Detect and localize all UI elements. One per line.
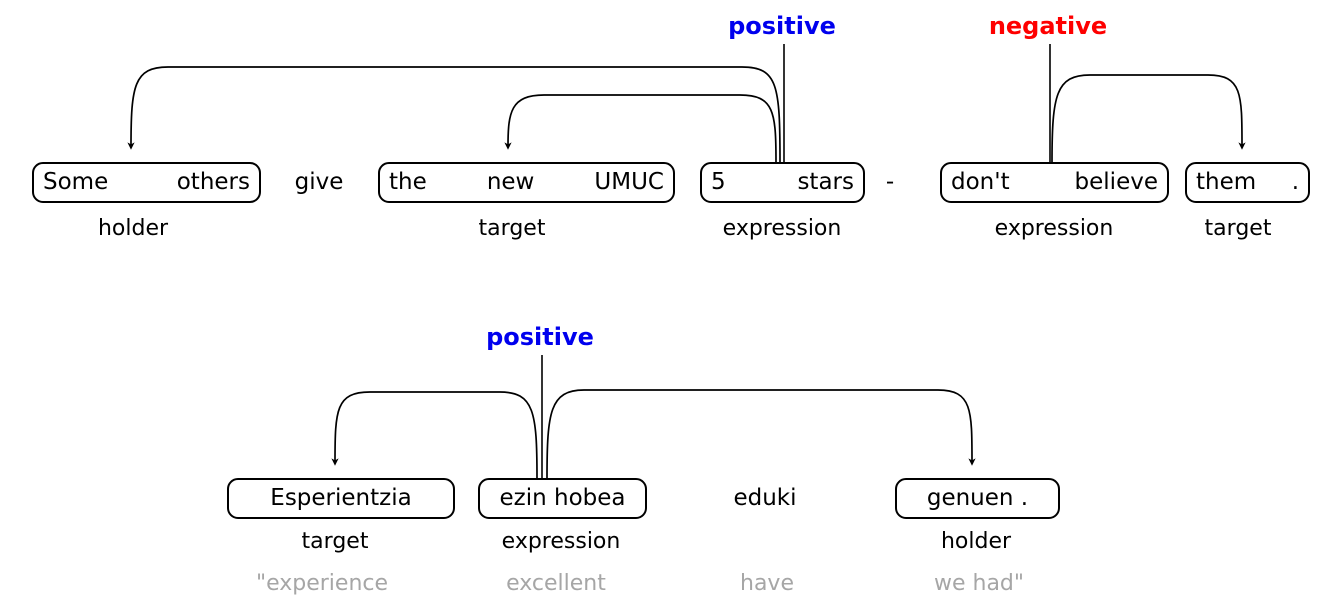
role-label-target-negative-row1: target xyxy=(1204,216,1272,241)
span-box-expression-dont-believe[interactable]: don't believe xyxy=(940,162,1169,203)
token-give: give xyxy=(294,169,344,195)
token-believe: believe xyxy=(1074,169,1158,195)
token-dash: - xyxy=(885,169,895,195)
span-box-expression-5-stars[interactable]: 5 stars xyxy=(700,162,865,203)
sentiment-graph-figure: positive negative Some others holder giv… xyxy=(0,0,1332,609)
arc-expression-to-target-negative-row1 xyxy=(1051,74,1246,163)
role-label-holder-row1: holder xyxy=(97,216,169,241)
polarity-label-positive-row1: positive xyxy=(728,12,836,40)
span-box-holder-some-others[interactable]: Some others xyxy=(32,162,261,203)
gloss-eduki: have xyxy=(740,571,794,596)
gloss-esperientzia: "experience xyxy=(255,571,389,596)
gloss-ezin-hobea: excellent xyxy=(506,571,606,596)
gloss-genuen: we had" xyxy=(933,571,1025,596)
role-label-holder-row2: holder xyxy=(940,529,1012,554)
span-box-target-esperientzia[interactable]: Esperientzia xyxy=(227,478,455,519)
arc-expression-to-holder-row2 xyxy=(546,389,976,479)
token-umuc: UMUC xyxy=(594,169,664,195)
arc-expression-to-target-row2 xyxy=(331,391,538,479)
arc-expression-to-holder-row1 xyxy=(127,66,781,163)
token-new: new xyxy=(486,169,535,195)
token-some: Some xyxy=(43,169,109,195)
token-the: the xyxy=(389,169,427,195)
relation-arcs-layer xyxy=(127,44,1246,479)
role-label-expression-negative-row1: expression xyxy=(994,216,1114,241)
polarity-label-negative-row1: negative xyxy=(988,12,1108,40)
token-dont: don't xyxy=(951,169,1010,195)
role-label-target-row2: target xyxy=(301,529,369,554)
role-label-expression-row1: expression xyxy=(722,216,842,241)
role-label-target-row1: target xyxy=(478,216,546,241)
span-box-expression-ezin-hobea[interactable]: ezin hobea xyxy=(478,478,647,519)
arc-expression-to-target-row1 xyxy=(504,94,777,163)
span-box-target-the-new-umuc[interactable]: the new UMUC xyxy=(378,162,675,203)
span-box-holder-genuen[interactable]: genuen . xyxy=(895,478,1060,519)
token-eduki: eduki xyxy=(733,485,797,511)
token-stars: stars xyxy=(797,169,854,195)
token-others: others xyxy=(176,169,250,195)
token-period: . xyxy=(1291,169,1299,195)
span-box-target-them[interactable]: them . xyxy=(1185,162,1310,203)
token-ezin-hobea: ezin hobea xyxy=(499,485,626,511)
polarity-label-positive-row2: positive xyxy=(486,323,594,351)
role-label-expression-row2: expression xyxy=(501,529,621,554)
token-genuen: genuen . xyxy=(926,485,1029,511)
token-them: them xyxy=(1196,169,1257,195)
token-5: 5 xyxy=(711,169,726,195)
token-esperientzia: Esperientzia xyxy=(270,485,412,511)
